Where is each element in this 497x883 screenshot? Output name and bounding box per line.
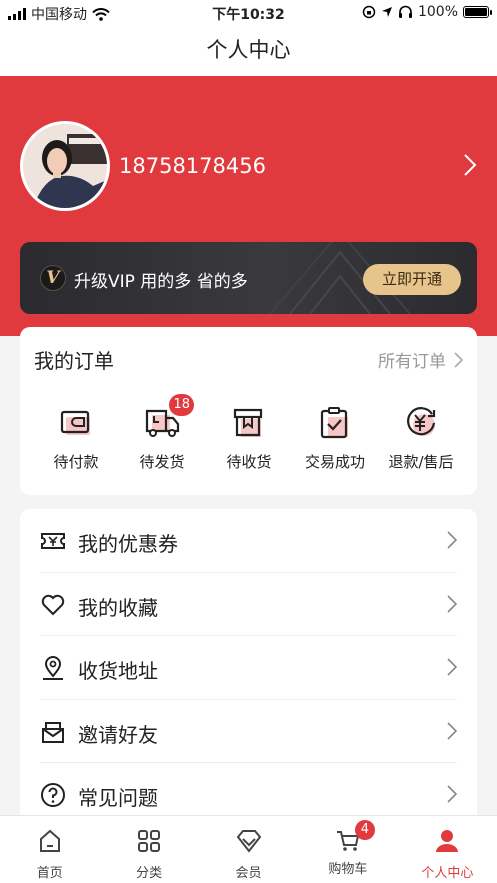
avatar[interactable] <box>20 121 110 211</box>
location-arrow-icon <box>381 7 392 17</box>
tab-category[interactable]: 分类 <box>99 816 198 883</box>
tab-cart[interactable]: 4 购物车 <box>298 816 397 883</box>
wallet-icon <box>56 403 96 443</box>
chevron-right-icon <box>447 658 457 676</box>
menu-item-addresses[interactable]: 收货地址 <box>40 636 457 700</box>
order-label: 待发货 <box>139 453 185 471</box>
vip-promo-text: 升级VIP 用的多 省的多 <box>74 272 248 292</box>
chevron-right-icon[interactable] <box>463 153 477 177</box>
menu-label: 我的收藏 <box>78 595 158 620</box>
cart-count-badge: 4 <box>354 820 375 840</box>
status-bar: 中国移动 下午10:32 100% <box>0 0 497 24</box>
order-refund[interactable]: 退款/售后 <box>376 403 466 472</box>
order-pending-payment[interactable]: 待付款 <box>31 403 121 472</box>
chevron-right-icon <box>447 531 457 549</box>
user-icon <box>436 830 459 852</box>
vip-banner[interactable]: V 升级VIP 用的多 省的多 立即开通 <box>20 242 477 314</box>
package-icon <box>229 403 269 443</box>
tab-label: 购物车 <box>328 862 368 877</box>
tab-home[interactable]: 首页 <box>0 816 99 883</box>
order-label: 退款/售后 <box>388 453 454 471</box>
page-title: 个人中心 <box>0 24 497 76</box>
vip-logo-icon: V <box>40 265 66 291</box>
all-orders-link[interactable]: 所有订单 <box>378 347 463 372</box>
bottom-tab-bar: 首页 分类 会员 4 购物车 个人中心 <box>0 815 497 883</box>
battery-icon <box>463 6 492 18</box>
heart-icon <box>41 594 65 615</box>
tab-label: 个人中心 <box>421 866 474 881</box>
tab-label: 首页 <box>36 866 63 881</box>
chevron-right-icon <box>454 351 463 368</box>
menu-item-favorites[interactable]: 我的收藏 <box>40 573 457 636</box>
location-icon <box>43 656 63 680</box>
home-icon <box>39 829 60 852</box>
all-orders-label: 所有订单 <box>378 352 446 372</box>
tab-label: 分类 <box>136 866 163 881</box>
battery-percent: 100% <box>417 4 458 20</box>
diamond-icon <box>236 830 261 853</box>
user-phone: 18758178456 <box>119 154 266 178</box>
menu-item-coupons[interactable]: 我的优惠券 <box>40 509 457 573</box>
tab-member[interactable]: 会员 <box>199 816 298 883</box>
refund-icon <box>401 403 441 443</box>
menu-label: 常见问题 <box>78 786 158 810</box>
chevron-right-icon <box>447 721 457 740</box>
shipment-count-badge: 18 <box>169 394 194 416</box>
menu-label: 收货地址 <box>78 659 158 683</box>
question-icon <box>41 783 65 807</box>
order-label: 待付款 <box>53 453 99 471</box>
order-pending-receipt[interactable]: 待收货 <box>204 403 294 472</box>
orders-card: 我的订单 所有订单 待付款 18 待发货 待收货 交易成功 退款/售后 <box>20 327 477 495</box>
truck-icon: 18 <box>142 394 194 443</box>
menu-item-invite[interactable]: 邀请好友 <box>40 700 457 763</box>
coupon-icon <box>41 533 65 549</box>
order-label: 待收货 <box>226 453 272 471</box>
category-icon <box>138 830 161 852</box>
order-pending-shipment[interactable]: 18 待发货 <box>117 394 207 472</box>
menu-list: 我的优惠券 我的收藏 收货地址 邀请好友 常见问题 <box>20 509 477 829</box>
order-completed[interactable]: 交易成功 <box>290 403 380 472</box>
tab-profile[interactable]: 个人中心 <box>398 816 497 883</box>
menu-label: 我的优惠券 <box>78 532 178 556</box>
tab-label: 会员 <box>235 866 262 881</box>
menu-label: 邀请好友 <box>78 722 158 747</box>
order-label: 交易成功 <box>304 453 365 471</box>
chevron-right-icon <box>447 785 457 803</box>
headphones-icon <box>398 5 412 18</box>
clipboard-check-icon <box>315 403 355 443</box>
orientation-lock-icon <box>362 5 376 19</box>
invite-icon <box>42 721 64 743</box>
orders-title: 我的订单 <box>34 349 114 373</box>
chevron-right-icon <box>447 594 457 613</box>
vip-open-button[interactable]: 立即开通 <box>363 264 461 295</box>
